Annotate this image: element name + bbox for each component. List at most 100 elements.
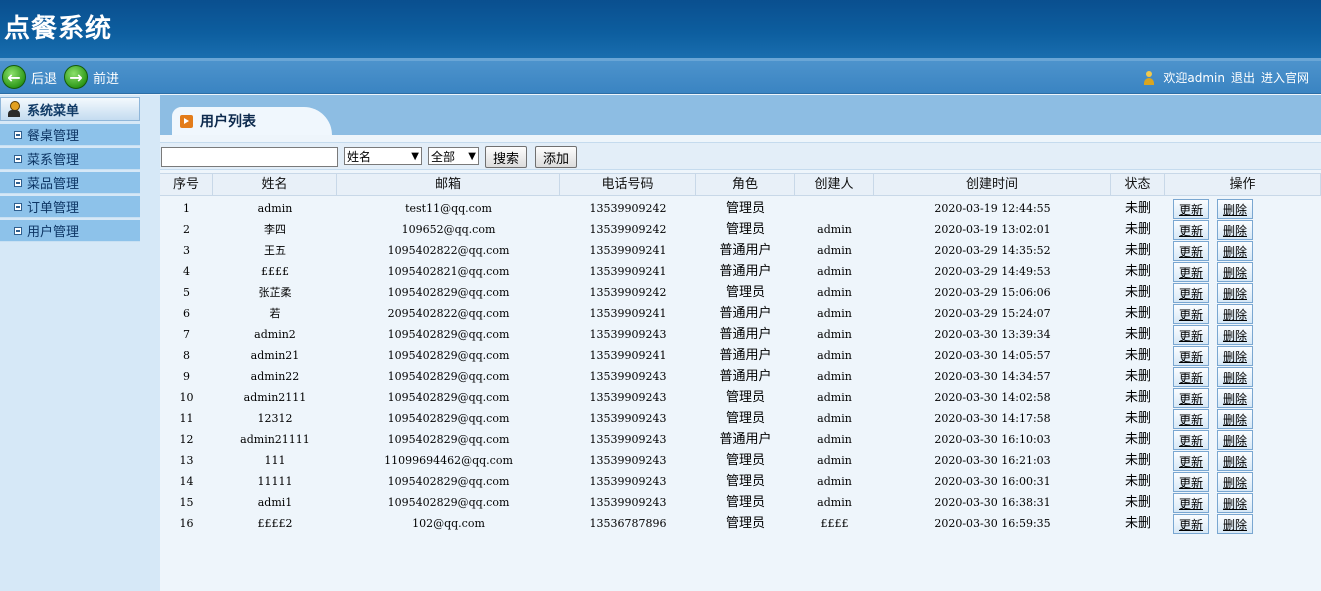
field-select[interactable]: 姓名 ▼ xyxy=(344,147,422,165)
col-phone-cell: 13539909243 xyxy=(589,328,667,341)
forward-label: 前进 xyxy=(93,71,120,87)
update-button[interactable]: 更新 xyxy=(1173,325,1209,345)
col-status-cell: 未删 xyxy=(1124,285,1151,300)
header-col-creator: 创建人 xyxy=(795,174,874,196)
add-button[interactable]: 添加 xyxy=(535,146,577,168)
col-status-cell: 未删 xyxy=(1124,474,1151,489)
update-button[interactable]: 更新 xyxy=(1173,220,1209,240)
sidebar-header[interactable]: 系统菜单 xyxy=(0,97,140,121)
col-no-cell: 9 xyxy=(183,370,190,383)
delete-button[interactable]: 删除 xyxy=(1217,325,1253,345)
col-email-cell: 1095402829@qq.com xyxy=(387,496,510,509)
col-no-cell: 5 xyxy=(183,286,190,299)
col-name-cell: admin2 xyxy=(254,328,296,341)
status-select-value: 全部 xyxy=(431,149,456,164)
col-creator-cell: admin xyxy=(817,370,852,383)
update-button[interactable]: 更新 xyxy=(1173,283,1209,303)
col-created-cell: 2020-03-30 16:59:35 xyxy=(934,517,1051,530)
col-email-cell: test11@qq.com xyxy=(405,202,492,215)
sidebar-item-order[interactable]: 订单管理 xyxy=(0,196,140,218)
col-creator-cell: admin xyxy=(817,412,852,425)
delete-button[interactable]: 删除 xyxy=(1217,262,1253,282)
update-button[interactable]: 更新 xyxy=(1173,388,1209,408)
col-role-cell: 管理员 xyxy=(725,453,765,468)
chevron-down-icon: ▼ xyxy=(411,150,419,162)
col-name-cell: 若 xyxy=(269,307,281,320)
col-created-cell: 2020-03-30 14:02:58 xyxy=(934,391,1051,404)
update-button[interactable]: 更新 xyxy=(1173,430,1209,450)
col-status-cell: 未删 xyxy=(1124,327,1151,342)
delete-button[interactable]: 删除 xyxy=(1217,409,1253,429)
delete-button[interactable]: 删除 xyxy=(1217,283,1253,303)
update-button[interactable]: 更新 xyxy=(1173,367,1209,387)
update-button[interactable]: 更新 xyxy=(1173,514,1209,534)
sidebar-item-user[interactable]: 用户管理 xyxy=(0,220,140,242)
back-button[interactable]: ← 后退 xyxy=(2,64,57,90)
expand-icon xyxy=(14,178,22,187)
col-creator-cell: admin xyxy=(817,475,852,488)
col-status-cell: 未删 xyxy=(1124,432,1151,447)
update-button[interactable]: 更新 xyxy=(1173,262,1209,282)
tab-user-list[interactable]: 用户列表 xyxy=(172,107,332,135)
logout-link[interactable]: 退出 xyxy=(1231,69,1255,86)
col-email-cell: 11099694462@qq.com xyxy=(384,454,513,467)
delete-button[interactable]: 删除 xyxy=(1217,346,1253,366)
sidebar-item-dish[interactable]: 菜品管理 xyxy=(0,172,140,194)
col-email-cell: 1095402821@qq.com xyxy=(387,265,510,278)
col-role-cell: 普通用户 xyxy=(719,243,772,258)
col-role-cell: 管理员 xyxy=(725,201,765,216)
col-no-cell: 6 xyxy=(183,307,190,320)
col-email-cell: 102@qq.com xyxy=(412,517,485,530)
col-phone-cell: 13539909243 xyxy=(589,391,667,404)
update-button[interactable]: 更新 xyxy=(1173,304,1209,324)
update-button[interactable]: 更新 xyxy=(1173,346,1209,366)
col-creator-cell: admin xyxy=(817,286,852,299)
expand-icon xyxy=(14,154,22,163)
forward-button[interactable]: → 前进 xyxy=(64,64,119,90)
col-role-cell: 普通用户 xyxy=(719,264,772,279)
expand-icon xyxy=(14,202,22,211)
search-button[interactable]: 搜索 xyxy=(485,146,527,168)
delete-button[interactable]: 删除 xyxy=(1217,430,1253,450)
update-button[interactable]: 更新 xyxy=(1173,241,1209,261)
col-status-cell: 未删 xyxy=(1124,453,1151,468)
col-role-cell: 管理员 xyxy=(725,285,765,300)
update-button[interactable]: 更新 xyxy=(1173,409,1209,429)
col-no-cell: 4 xyxy=(183,265,190,278)
delete-button[interactable]: 删除 xyxy=(1217,514,1253,534)
col-name-cell: 李四 xyxy=(264,223,286,236)
search-input[interactable] xyxy=(161,147,338,167)
col-role-cell: 管理员 xyxy=(725,222,765,237)
col-phone-cell: 13539909243 xyxy=(589,370,667,383)
sidebar-item-table[interactable]: 餐桌管理 xyxy=(0,124,140,146)
col-phone-cell: 13539909243 xyxy=(589,454,667,467)
sidebar-item-cuisine[interactable]: 菜系管理 xyxy=(0,148,140,170)
site-link[interactable]: 进入官网 xyxy=(1261,69,1309,86)
update-button[interactable]: 更新 xyxy=(1173,199,1209,219)
header-col-email: 邮箱 xyxy=(337,174,560,196)
table-row: 5 张芷柔 1095402829@qq.com 13539909242 管理员 admin… xyxy=(160,282,1321,303)
col-created-cell: 2020-03-30 14:17:58 xyxy=(934,412,1051,425)
col-created-cell: 2020-03-19 13:02:01 xyxy=(934,223,1051,236)
delete-button[interactable]: 删除 xyxy=(1217,304,1253,324)
update-button[interactable]: 更新 xyxy=(1173,472,1209,492)
col-status-cell: 未删 xyxy=(1124,495,1151,510)
col-role-cell: 普通用户 xyxy=(719,306,772,321)
update-button[interactable]: 更新 xyxy=(1173,451,1209,471)
col-email-cell: 1095402829@qq.com xyxy=(387,412,510,425)
delete-button[interactable]: 删除 xyxy=(1217,367,1253,387)
delete-button[interactable]: 删除 xyxy=(1217,451,1253,471)
expand-icon xyxy=(14,226,22,235)
col-created-cell: 2020-03-29 14:35:52 xyxy=(934,244,1051,257)
delete-button[interactable]: 删除 xyxy=(1217,241,1253,261)
update-button[interactable]: 更新 xyxy=(1173,493,1209,513)
main-content: 用户列表 姓名 ▼ 全部 ▼ 搜索 添加 序号 姓名 邮箱 电话号码 角色 创建人 创建时间… xyxy=(160,95,1321,591)
play-arrow-icon xyxy=(180,114,193,128)
delete-button[interactable]: 删除 xyxy=(1217,220,1253,240)
status-select[interactable]: 全部 ▼ xyxy=(428,147,479,165)
delete-button[interactable]: 删除 xyxy=(1217,199,1253,219)
delete-button[interactable]: 删除 xyxy=(1217,493,1253,513)
delete-button[interactable]: 删除 xyxy=(1217,472,1253,492)
delete-button[interactable]: 删除 xyxy=(1217,388,1253,408)
col-no-cell: 15 xyxy=(179,496,194,509)
